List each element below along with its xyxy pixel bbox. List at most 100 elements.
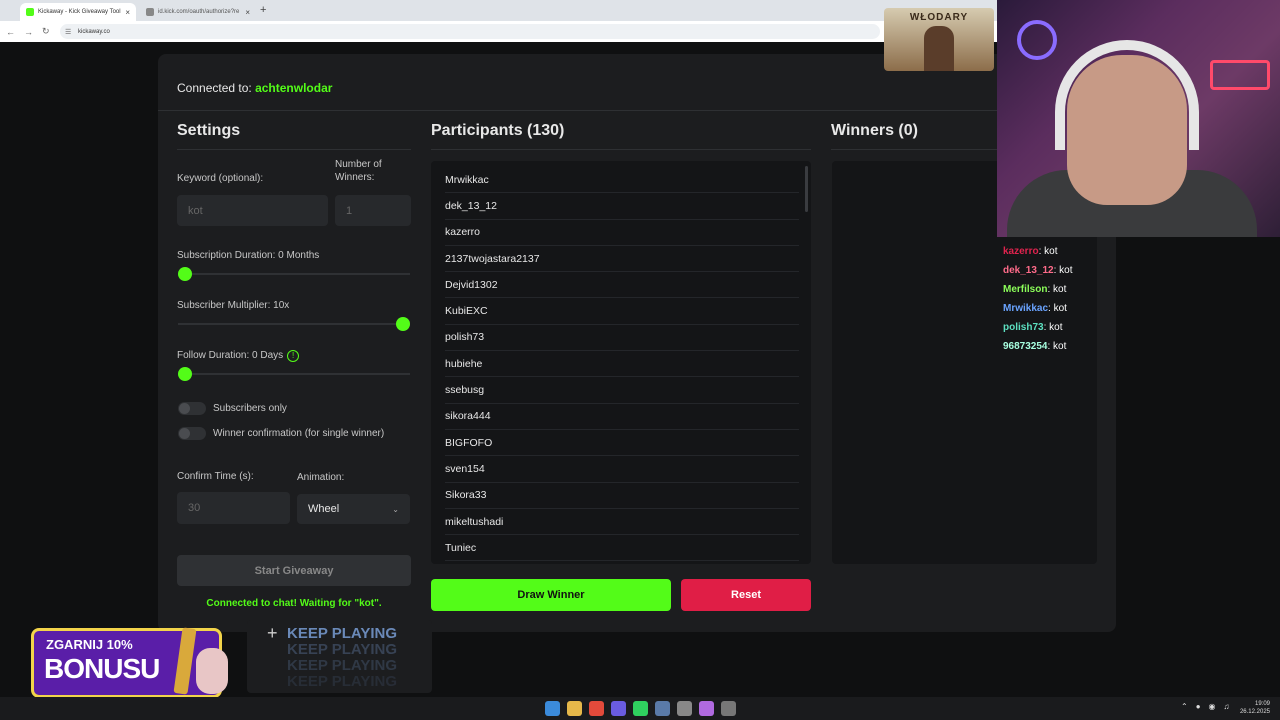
slider-handle[interactable] bbox=[178, 267, 192, 281]
connection-status: Connected to: achtenwlodar bbox=[177, 81, 332, 95]
confirm-time-label: Confirm Time (s): bbox=[177, 471, 254, 482]
sub-duration-slider[interactable] bbox=[178, 267, 410, 281]
slider-handle[interactable] bbox=[178, 367, 192, 381]
steam-icon[interactable] bbox=[655, 701, 670, 716]
reset-button[interactable]: Reset bbox=[681, 579, 811, 611]
participant-row: ssebusg bbox=[445, 377, 799, 404]
logo-figure bbox=[924, 26, 954, 71]
participants-title: Participants (130) bbox=[431, 122, 565, 139]
site-info-icon[interactable]: ☰ bbox=[65, 28, 71, 36]
webcam-overlay bbox=[997, 0, 1280, 237]
animation-label: Animation: bbox=[297, 472, 345, 483]
volume-icon[interactable]: ♫ bbox=[1224, 702, 1230, 711]
headset bbox=[1055, 40, 1199, 150]
neon-light bbox=[1017, 20, 1057, 60]
draw-winner-button[interactable]: Draw Winner bbox=[431, 579, 671, 611]
follow-duration-label: Follow Duration: 0 Days bbox=[177, 350, 284, 361]
start-giveaway-button[interactable]: Start Giveaway bbox=[177, 555, 411, 586]
tab-close-icon[interactable]: × bbox=[245, 8, 250, 17]
participant-row: sikora444 bbox=[445, 404, 799, 430]
promo-sword bbox=[173, 627, 197, 695]
participant-row: polish73 bbox=[445, 325, 799, 352]
winner-confirmation-toggle[interactable] bbox=[178, 427, 206, 440]
chat-username: Merfilson bbox=[1003, 284, 1048, 295]
winners-input[interactable]: 1 bbox=[335, 195, 411, 226]
participants-scrollbar[interactable] bbox=[805, 166, 808, 212]
new-tab-button[interactable]: + bbox=[260, 4, 266, 16]
chat-username: polish73 bbox=[1003, 322, 1044, 333]
url-text: kickaway.co bbox=[78, 28, 110, 35]
stream-chat: kazerro: kot dek_13_12: kot Merfilson: kot… bbox=[1003, 242, 1073, 356]
header-divider bbox=[158, 110, 1116, 111]
animation-select[interactable]: Wheel ⌄ bbox=[297, 494, 410, 524]
chat-username: dek_13_12 bbox=[1003, 265, 1054, 276]
chevron-down-icon: ⌄ bbox=[392, 504, 399, 514]
subscribers-only-label: Subscribers only bbox=[213, 403, 287, 414]
info-icon[interactable]: ! bbox=[287, 350, 300, 362]
keep-playing-text: KEEP PLAYING bbox=[287, 625, 398, 642]
participants-list[interactable]: Mrwikkac dek_13_12 kazerro 2137twojastara21… bbox=[431, 161, 811, 564]
winners-label: Number of Winners: bbox=[335, 159, 382, 183]
forward-icon[interactable]: → bbox=[24, 27, 33, 37]
spotify-icon[interactable] bbox=[633, 701, 648, 716]
clock-time: 19:09 bbox=[1254, 701, 1270, 707]
follow-duration-slider[interactable] bbox=[178, 367, 410, 381]
participant-row: Sikora33 bbox=[445, 483, 799, 509]
back-icon[interactable]: ← bbox=[6, 27, 15, 37]
logo-text: WŁODARY bbox=[909, 12, 969, 23]
winners-title: Winners (0) bbox=[831, 122, 918, 139]
promo-character bbox=[196, 648, 228, 694]
chat-text: : kot bbox=[1053, 265, 1073, 276]
reload-icon[interactable]: ↻ bbox=[42, 26, 50, 37]
microphone-icon[interactable]: ● bbox=[1196, 702, 1201, 711]
chat-text: : kot bbox=[1048, 303, 1067, 314]
slider-handle[interactable] bbox=[396, 317, 410, 331]
taskbar-apps bbox=[545, 701, 736, 716]
system-tray: ⌃ ● ◉ ♫ bbox=[1181, 702, 1230, 711]
file-explorer-icon[interactable] bbox=[567, 701, 582, 716]
keep-playing-echo: KEEP PLAYING bbox=[287, 657, 398, 674]
promo-line2: BONUSU bbox=[44, 653, 160, 684]
sub-multiplier-slider[interactable] bbox=[178, 317, 410, 331]
subscribers-only-toggle[interactable] bbox=[178, 402, 206, 415]
app-icon[interactable] bbox=[699, 701, 714, 716]
network-icon[interactable]: ◉ bbox=[1209, 702, 1216, 711]
settings-divider bbox=[177, 149, 411, 150]
participant-row: KubiEXC bbox=[445, 298, 799, 325]
tab-kickaway[interactable]: Kickaway - Kick Giveaway Tool × bbox=[20, 3, 136, 21]
participant-row: mikeltushadi bbox=[445, 509, 799, 536]
kick-app-icon[interactable] bbox=[721, 701, 736, 716]
participant-row: Tuniec bbox=[445, 535, 799, 562]
participants-divider bbox=[431, 149, 811, 150]
sub-duration-label: Subscription Duration: 0 Months bbox=[177, 250, 320, 261]
chat-message: kazerro: kot bbox=[1003, 242, 1073, 261]
participant-row: hubiehe bbox=[445, 351, 799, 378]
chevron-up-icon[interactable]: ⌃ bbox=[1181, 702, 1188, 711]
chrome-icon[interactable] bbox=[589, 701, 604, 716]
obs-icon[interactable] bbox=[677, 701, 692, 716]
participant-row: Dejvid1302 bbox=[445, 272, 799, 299]
chat-text: : kot bbox=[1043, 322, 1063, 333]
tab-close-icon[interactable]: × bbox=[125, 8, 130, 17]
channel-logo: WŁODARY bbox=[884, 8, 994, 71]
clock-date: 26.12.2025 bbox=[1239, 709, 1270, 715]
promo-line1: ZGARNIJ 10% bbox=[46, 637, 133, 652]
chat-status: Connected to chat! Waiting for "kot". bbox=[206, 598, 382, 609]
chat-text: : kot bbox=[1047, 341, 1067, 352]
globe-favicon-icon bbox=[146, 8, 154, 16]
participant-row: Mrwikkac bbox=[445, 167, 799, 194]
windows-start-icon[interactable] bbox=[545, 701, 560, 716]
discord-icon[interactable] bbox=[611, 701, 626, 716]
plus-icon: + bbox=[267, 623, 278, 643]
clock[interactable]: 19:09 26.12.2025 bbox=[1240, 700, 1270, 716]
chat-username: kazerro bbox=[1003, 246, 1039, 257]
tab-oauth[interactable]: id.kick.com/oauth/authorize?re × bbox=[140, 3, 256, 21]
chat-message: polish73: kot bbox=[1003, 318, 1073, 337]
animation-value: Wheel bbox=[308, 503, 340, 515]
kick-favicon-icon bbox=[26, 8, 34, 16]
keyword-input[interactable]: kot bbox=[177, 195, 328, 226]
chat-message: 96873254: kot bbox=[1003, 337, 1073, 356]
confirm-time-input[interactable]: 30 bbox=[177, 492, 290, 524]
url-field[interactable]: ☰ kickaway.co bbox=[60, 24, 880, 39]
participant-row: kazerro bbox=[445, 220, 799, 246]
